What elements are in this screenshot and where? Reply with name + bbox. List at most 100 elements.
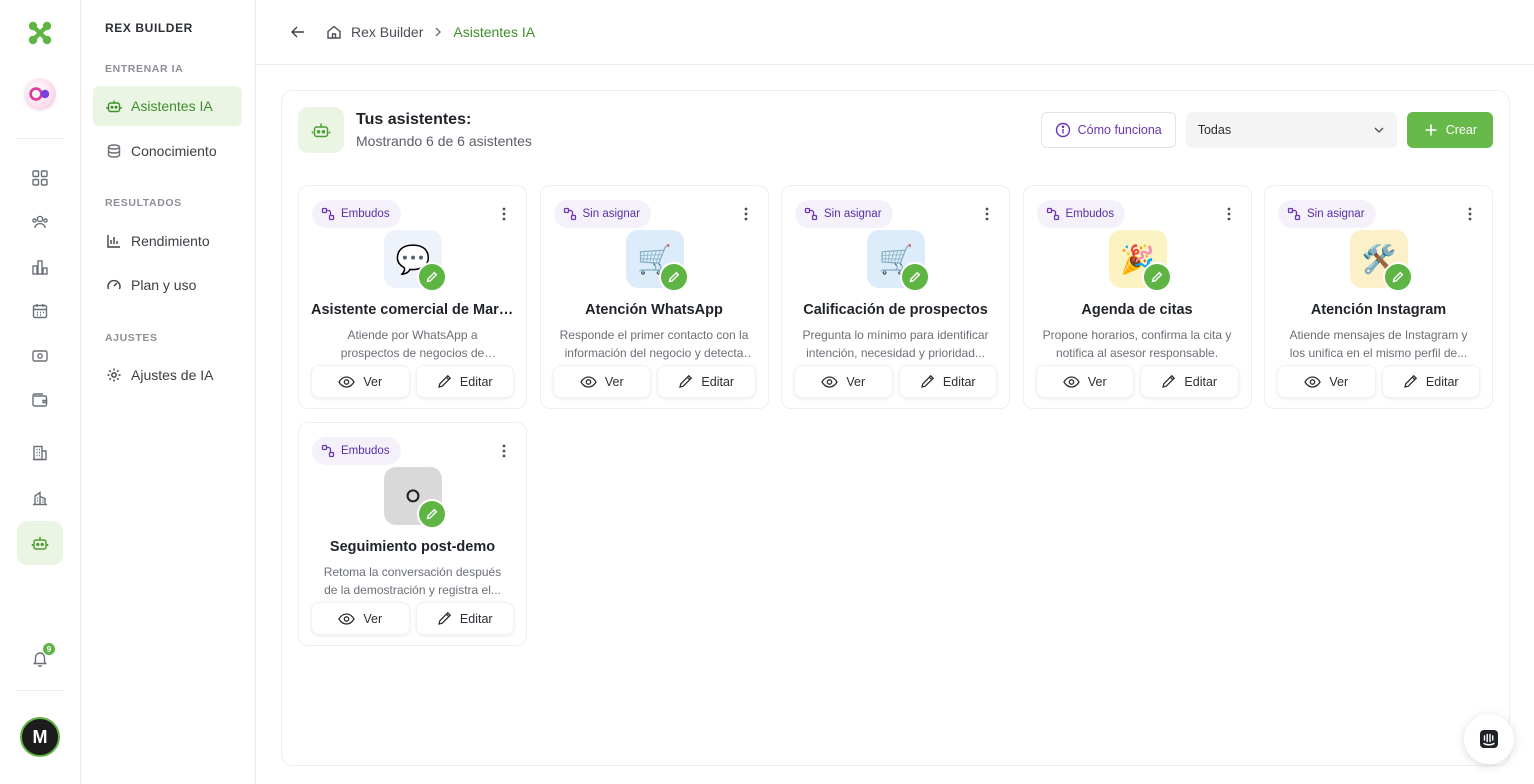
assistant-card[interactable]: Embudos 💬 Asistente comercial de Martí... A…	[298, 185, 527, 409]
more-options-icon[interactable]	[496, 206, 512, 222]
more-options-icon[interactable]	[738, 206, 754, 222]
pencil-icon	[678, 374, 693, 389]
edit-button[interactable]: Editar	[657, 365, 756, 398]
view-label: Ver	[846, 374, 866, 389]
view-label: Ver	[1087, 374, 1107, 389]
pencil-icon	[437, 611, 452, 626]
funnel-tag[interactable]: Embudos	[1036, 200, 1126, 228]
rail-reports-button[interactable]	[17, 245, 63, 289]
edit-avatar-pencil-icon[interactable]	[900, 262, 930, 292]
rail-buildings-button[interactable]	[17, 431, 63, 475]
nav-item-asistentes[interactable]: Asistentes IA	[93, 86, 242, 126]
assistant-card[interactable]: Sin asignar 🛒 Calificación de prospectos Pr…	[781, 185, 1010, 409]
nav-item-conocimiento[interactable]: Conocimiento	[93, 131, 242, 171]
edit-button[interactable]: Editar	[1381, 365, 1480, 398]
nav-item-label: Rendimiento	[131, 233, 210, 249]
rail-notifications-button[interactable]: 9	[17, 636, 63, 680]
nav-section-settings: AJUSTES	[105, 332, 158, 344]
grid-icon	[32, 170, 48, 186]
nav-item-label: Conocimiento	[131, 143, 217, 159]
info-icon	[1055, 122, 1070, 138]
edit-button[interactable]: Editar	[1140, 365, 1239, 398]
assistant-card[interactable]: Sin asignar 🛒 Atención WhatsApp Responde el…	[539, 185, 769, 409]
users-icon	[32, 215, 48, 229]
gear-icon	[106, 367, 122, 383]
more-options-icon[interactable]	[1221, 206, 1237, 222]
more-options-icon[interactable]	[1462, 206, 1478, 222]
assistant-card[interactable]: Sin asignar 🛠️ Atención Instagram Atiende m…	[1264, 185, 1493, 409]
filter-select[interactable]: Todas	[1185, 112, 1397, 148]
nav-item-plan[interactable]: Plan y uso	[93, 265, 242, 305]
nav-item-label: Plan y uso	[131, 277, 197, 293]
support-chat-button[interactable]	[1464, 714, 1514, 764]
edit-avatar-pencil-icon[interactable]	[1383, 262, 1413, 292]
organization-avatar[interactable]	[24, 78, 56, 110]
assistant-card[interactable]: Embudos ⚪ Seguimiento post-demo Retoma la c…	[298, 422, 527, 646]
pencil-icon	[920, 374, 935, 389]
pencil-icon	[1403, 374, 1418, 389]
edit-avatar-pencil-icon[interactable]	[417, 262, 447, 292]
workflow-icon	[1046, 207, 1060, 221]
edit-button[interactable]: Editar	[415, 602, 514, 635]
edit-avatar-pencil-icon[interactable]	[417, 499, 447, 529]
tag-label: Embudos	[341, 208, 390, 220]
rail-payments-button[interactable]	[17, 334, 63, 378]
nav-section-train: ENTRENAR IA	[105, 63, 184, 75]
assistants-grid: Embudos 💬 Asistente comercial de Martí... A…	[298, 185, 1495, 646]
user-avatar[interactable]: M	[20, 717, 60, 757]
edit-button[interactable]: Editar	[415, 365, 514, 398]
eye-icon	[1304, 375, 1322, 388]
office-icon	[33, 491, 47, 506]
rail-company-button[interactable]	[17, 476, 63, 520]
assistant-name: Atención WhatsApp	[585, 302, 723, 318]
funnel-tag[interactable]: Embudos	[312, 437, 401, 465]
edit-avatar-pencil-icon[interactable]	[1141, 262, 1172, 292]
nav-item-ajustes[interactable]: Ajustes de IA	[93, 355, 242, 395]
funnel-tag[interactable]: Sin asignar	[795, 200, 893, 228]
database-icon	[106, 143, 122, 159]
funnel-tag[interactable]: Embudos	[312, 200, 401, 228]
breadcrumb-current: Asistentes IA	[453, 24, 536, 40]
home-icon[interactable]	[326, 24, 342, 40]
assistant-card[interactable]: Embudos 🎉 Agenda de citas Propone horarios,…	[1022, 185, 1252, 409]
edit-button[interactable]: Editar	[898, 365, 997, 398]
view-button[interactable]: Ver	[552, 365, 651, 398]
view-button[interactable]: Ver	[1277, 365, 1376, 398]
panel-title: Tus asistentes:	[356, 111, 472, 128]
view-button[interactable]: Ver	[311, 365, 410, 398]
rail-calendar-button[interactable]	[17, 289, 63, 333]
more-options-icon[interactable]	[979, 206, 995, 222]
how-it-works-button[interactable]: Cómo funciona	[1040, 112, 1176, 148]
breadcrumb-root[interactable]: Rex Builder	[351, 24, 423, 40]
assistant-description: Atiende mensajes de Instagram y los unif…	[1289, 328, 1468, 360]
nav-item-label: Asistentes IA	[131, 98, 213, 114]
how-it-works-label: Cómo funciona	[1077, 123, 1162, 137]
edit-avatar-pencil-icon[interactable]	[658, 262, 689, 292]
workflow-icon	[321, 207, 335, 221]
bar-chart-icon	[106, 233, 122, 249]
building-icon	[33, 445, 47, 461]
nav-item-rendimiento[interactable]: Rendimiento	[93, 221, 242, 261]
back-arrow-icon[interactable]	[288, 22, 308, 42]
panel-header: Tus asistentes: Mostrando 6 de 6 asisten…	[298, 107, 1493, 153]
pencil-icon	[437, 374, 452, 389]
rail-ai-button[interactable]	[17, 521, 63, 565]
rail-divider	[16, 690, 64, 691]
view-button[interactable]: Ver	[794, 365, 893, 398]
robot-icon	[31, 537, 49, 550]
create-button[interactable]: Crear	[1406, 112, 1493, 148]
funnel-tag[interactable]: Sin asignar	[1278, 200, 1376, 228]
view-button[interactable]: Ver	[1035, 365, 1134, 398]
edit-label: Editar	[459, 374, 493, 389]
chat-icon	[1480, 730, 1498, 748]
more-options-icon[interactable]	[496, 443, 512, 459]
rail-dashboard-button[interactable]	[17, 156, 63, 200]
app-logo-icon[interactable]	[26, 19, 54, 47]
view-button[interactable]: Ver	[311, 602, 410, 635]
rail-contacts-button[interactable]	[17, 200, 63, 244]
assistant-description: Atiende por WhatsApp a prospectos de neg…	[340, 328, 485, 360]
eye-icon	[821, 375, 839, 388]
funnel-tag[interactable]: Sin asignar	[553, 200, 652, 228]
chevron-down-icon	[1373, 124, 1385, 136]
rail-wallet-button[interactable]	[17, 378, 63, 422]
